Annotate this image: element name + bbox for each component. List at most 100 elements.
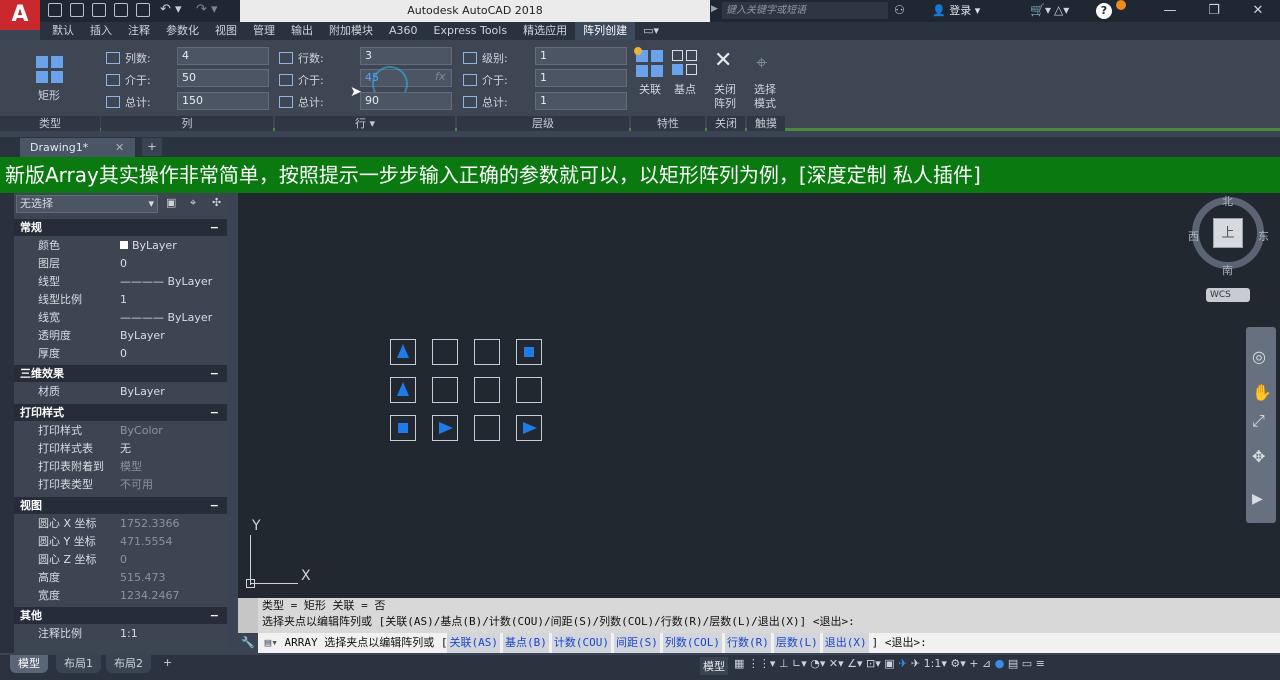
cmd-option-base-point[interactable]: 基点(B) — [502, 633, 549, 653]
select-mode-icon[interactable]: ⌖ — [756, 50, 767, 74]
search-expand-icon[interactable]: ▶ — [711, 4, 718, 14]
app-menu-button[interactable]: A — [0, 0, 40, 30]
levels-count-input[interactable]: 1 — [535, 47, 627, 65]
annotation-scale[interactable]: 1:1 — [924, 657, 942, 670]
infer-icon[interactable]: ⊥ — [779, 657, 789, 670]
cmd-option-count[interactable]: 计数(COU) — [551, 633, 611, 653]
close-window-button[interactable]: ✕ — [1236, 0, 1280, 22]
tab-manage[interactable]: 管理 — [245, 22, 283, 40]
tab-annotate[interactable]: 注释 — [120, 22, 158, 40]
array-item[interactable] — [516, 377, 542, 403]
section-3d-effects[interactable]: 三维效果 − — [14, 365, 227, 382]
prop-row[interactable]: 圆心 X 坐标 1752.3366 — [14, 515, 227, 533]
columns-count-input[interactable]: 4 — [177, 47, 269, 65]
dynamic-ucs-icon[interactable]: ⊡▾ — [866, 657, 881, 670]
tab-addins[interactable]: 附加模块 — [321, 22, 381, 40]
add-layout-button[interactable]: + — [163, 656, 172, 669]
viewcube-south[interactable]: 南 — [1222, 262, 1233, 278]
undo-icon[interactable]: ↶ ▾ — [160, 2, 182, 17]
array-item[interactable] — [474, 377, 500, 403]
prop-row[interactable]: 厚度 0 — [14, 345, 227, 363]
ribbon-options-icon[interactable]: ▭▾ — [635, 22, 667, 40]
prop-row[interactable]: 线宽 ———— ByLayer — [14, 309, 227, 327]
array-item[interactable] — [516, 415, 542, 441]
cart-icon[interactable]: 🛒▾ — [1030, 3, 1051, 17]
cmd-option-columns[interactable]: 列数(COL) — [662, 633, 722, 653]
base-point-icon[interactable] — [672, 50, 700, 78]
array-item[interactable] — [474, 339, 500, 365]
model-space-button[interactable]: 模型 — [700, 657, 728, 675]
level-between-input[interactable]: 1 — [535, 69, 627, 87]
array-item[interactable] — [432, 339, 458, 365]
base-point-label[interactable]: 基点 — [674, 81, 696, 97]
prop-row[interactable]: 宽度 1234.2467 — [14, 587, 227, 605]
array-item[interactable] — [516, 339, 542, 365]
rect-array-icon[interactable] — [36, 56, 64, 84]
tab-model[interactable]: 模型 — [10, 655, 48, 673]
notification-icon[interactable] — [1116, 0, 1126, 10]
quick-select-icon[interactable]: ▣ — [166, 196, 176, 209]
rows-panel-title[interactable]: 行 ▾ — [275, 116, 455, 131]
plot-icon[interactable] — [136, 3, 150, 17]
tab-a360[interactable]: A360 — [381, 22, 426, 40]
autoscale-icon[interactable]: ✈ — [911, 657, 920, 670]
hardware-acceleration-icon[interactable]: ▤ — [1008, 657, 1018, 670]
level-total-input[interactable]: 1 — [535, 92, 627, 110]
minimize-button[interactable]: — — [1148, 0, 1192, 22]
prop-row[interactable]: 高度 515.473 — [14, 569, 227, 587]
customize-wrench-icon[interactable]: 🔧 — [238, 633, 258, 653]
steering-wheel-icon[interactable]: ◎ — [1252, 347, 1266, 366]
select-mode-label-2[interactable]: 模式 — [754, 95, 776, 111]
document-tab[interactable]: Drawing1* ✕ — [20, 138, 135, 157]
column-between-input[interactable]: 50 — [177, 69, 269, 87]
zoom-extents-icon[interactable]: ⤢ — [1252, 411, 1265, 431]
array-item[interactable] — [390, 339, 416, 365]
section-misc[interactable]: 其他 − — [14, 607, 227, 624]
tab-layout2[interactable]: 布局2 — [106, 655, 151, 673]
a360-icon[interactable]: △▾ — [1054, 3, 1069, 17]
chevron-down-icon[interactable]: ▾ — [941, 657, 947, 670]
viewcube-west[interactable]: 西 — [1188, 228, 1199, 244]
tab-array-creation[interactable]: 阵列创建 — [575, 22, 636, 40]
customization-icon[interactable]: ≡ — [1036, 657, 1045, 670]
row-total-input[interactable]: 90 — [360, 92, 452, 110]
array-item[interactable] — [390, 415, 416, 441]
palette-handle[interactable] — [0, 193, 14, 653]
annotation-visibility-icon[interactable]: ✈ — [898, 657, 907, 670]
cmd-option-exit[interactable]: 退出(X) — [822, 633, 869, 653]
array-item[interactable] — [390, 377, 416, 403]
login-button[interactable]: 👤 登录 ▾ — [932, 0, 980, 22]
close-array-icon[interactable]: ✕ — [714, 48, 732, 73]
selection-dropdown[interactable]: 无选择 ▾ — [16, 195, 158, 213]
polar-icon[interactable]: ◔▾ — [810, 657, 825, 670]
prop-row[interactable]: 打印样式 ByColor — [14, 422, 227, 440]
prop-row[interactable]: 注释比例 1:1 — [14, 625, 227, 643]
rows-count-input[interactable]: 3 — [360, 47, 452, 65]
showmotion-icon[interactable]: ▶ — [1252, 491, 1263, 507]
tab-insert[interactable]: 插入 — [82, 22, 120, 40]
annotation-monitor-icon[interactable]: + — [969, 657, 978, 670]
associative-icon[interactable] — [634, 47, 664, 78]
grid-icon[interactable]: ▦ — [734, 657, 744, 670]
cmd-option-levels[interactable]: 层数(L) — [773, 633, 820, 653]
prop-row[interactable]: 圆心 Y 坐标 471.5554 — [14, 533, 227, 551]
help-icon[interactable]: ? — [1096, 3, 1112, 19]
cmd-option-associative[interactable]: 关联(AS) — [447, 633, 500, 653]
units-icon[interactable]: ⊿ — [982, 657, 991, 670]
drawing-canvas[interactable]: Y X 上 北 南 东 西 WCS — [238, 193, 1280, 598]
prop-row[interactable]: 打印表类型 不可用 — [14, 476, 227, 494]
add-tab-button[interactable]: + — [142, 138, 162, 156]
binoculars-icon[interactable]: ⚇ — [894, 3, 905, 17]
viewcube-north[interactable]: 北 — [1222, 193, 1233, 209]
section-plot-style[interactable]: 打印样式 − — [14, 404, 227, 421]
associative-label[interactable]: 关联 — [639, 81, 661, 97]
array-item[interactable] — [432, 377, 458, 403]
isodraft-icon[interactable]: ∠▾ — [847, 657, 862, 670]
ortho-icon[interactable]: ∟▾ — [792, 657, 807, 670]
search-input[interactable]: 键入关键字或短语 — [722, 2, 888, 19]
cmd-option-spacing[interactable]: 间距(S) — [613, 633, 660, 653]
osnap-icon[interactable]: ✕▾ — [829, 657, 844, 670]
command-history-grip[interactable] — [238, 598, 258, 633]
section-general[interactable]: 常规 − — [14, 219, 227, 236]
snap-icon[interactable]: ⋮⋮▾ — [748, 657, 776, 670]
